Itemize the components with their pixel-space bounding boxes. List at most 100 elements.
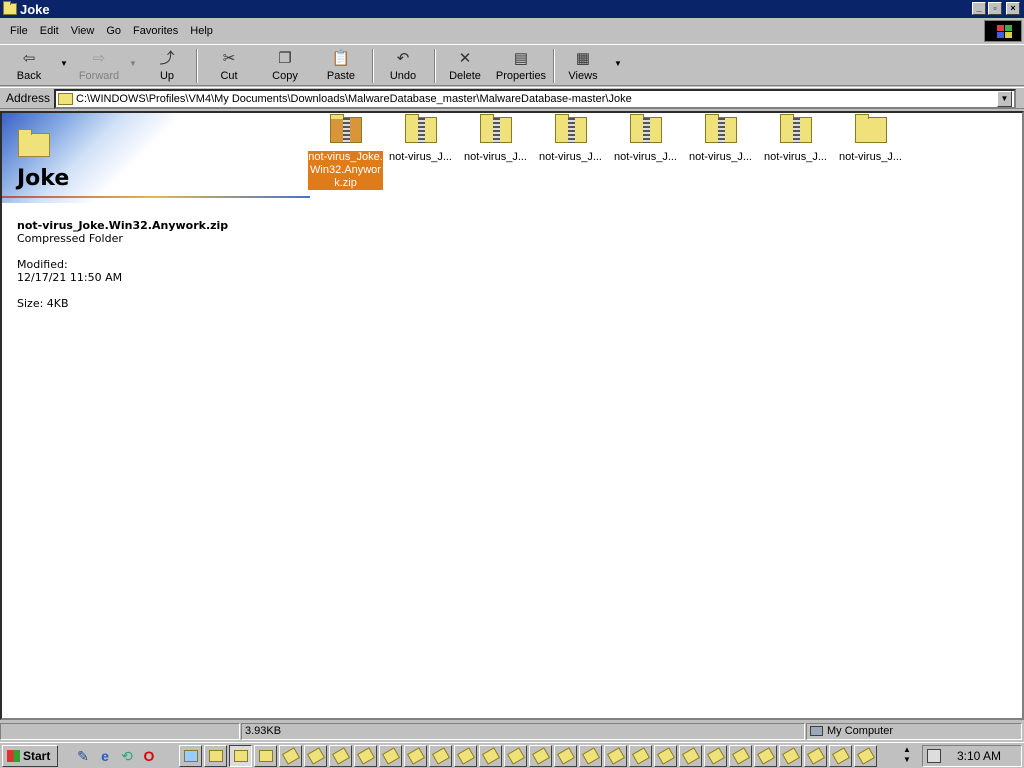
menu-bar: File Edit View Go Favorites Help [0, 20, 1024, 42]
toolbar-separator [196, 49, 198, 83]
folder-view[interactable]: Joke not-virus_Joke.Win32.Anywork.zip Co… [0, 111, 1024, 720]
taskbar-item[interactable] [829, 745, 852, 767]
file-item[interactable]: not-virus_J... [758, 114, 833, 164]
copy-button[interactable]: ❐ Copy [262, 47, 308, 85]
taskbar-item[interactable] [204, 745, 227, 767]
scheduler-icon[interactable] [927, 749, 941, 763]
taskbar-item[interactable] [754, 745, 777, 767]
taskbar-item[interactable] [329, 745, 352, 767]
taskbar: Start ✎ e ⟲ O ▲ ▼ 3:10 AM [0, 742, 1024, 768]
taskbar-item[interactable] [604, 745, 627, 767]
paste-icon: 📋 [331, 50, 351, 67]
taskbar-item[interactable] [479, 745, 502, 767]
taskbar-item[interactable] [529, 745, 552, 767]
menu-help[interactable]: Help [184, 20, 219, 42]
file-item[interactable]: not-virus_J... [533, 114, 608, 164]
windows-flag-icon [7, 750, 20, 762]
taskbar-item[interactable] [804, 745, 827, 767]
file-item[interactable]: not-virus_J... [608, 114, 683, 164]
taskbar-item[interactable] [579, 745, 602, 767]
taskbar-item[interactable] [304, 745, 327, 767]
menu-edit[interactable]: Edit [34, 20, 65, 42]
notepad-icon [606, 747, 626, 765]
taskbar-item[interactable] [279, 745, 302, 767]
forward-dropdown[interactable]: ▼ [129, 59, 137, 68]
cut-button[interactable]: ✂ Cut [206, 47, 252, 85]
minimize-button[interactable]: _ [972, 2, 986, 15]
taskbar-item[interactable] [679, 745, 702, 767]
taskbar-item[interactable] [729, 745, 752, 767]
file-item[interactable]: not-virus_Joke.Win32.Anywork.zip [308, 114, 383, 190]
taskbar-item[interactable] [554, 745, 577, 767]
taskbar-item[interactable] [854, 745, 877, 767]
status-zone: My Computer [806, 723, 1022, 740]
file-item[interactable]: not-virus_J... [683, 114, 758, 164]
taskbar-item[interactable] [429, 745, 452, 767]
menu-view[interactable]: View [65, 20, 101, 42]
taskbar-item[interactable] [654, 745, 677, 767]
file-item[interactable]: not-virus_J... [383, 114, 458, 164]
start-button[interactable]: Start [2, 745, 58, 767]
close-button[interactable]: × [1006, 2, 1020, 15]
taskbar-item[interactable] [179, 745, 202, 767]
back-dropdown[interactable]: ▼ [60, 59, 68, 68]
folder-icon [234, 750, 248, 762]
computer-icon [810, 726, 823, 736]
taskbar-item[interactable] [404, 745, 427, 767]
folder-icon [58, 93, 73, 105]
address-dropdown-button[interactable]: ▼ [997, 91, 1012, 107]
taskbar-item[interactable] [379, 745, 402, 767]
menu-go[interactable]: Go [100, 20, 127, 42]
views-dropdown[interactable]: ▼ [614, 59, 622, 68]
taskbar-item[interactable] [254, 745, 277, 767]
restore-button[interactable]: ▫ [988, 2, 1002, 15]
folder-icon [854, 114, 887, 143]
title-bar[interactable]: Joke _ ▫ × [0, 0, 1024, 18]
taskbar-item[interactable] [354, 745, 377, 767]
opera-icon[interactable]: O [140, 747, 158, 765]
back-button[interactable]: ⇦ Back [6, 47, 52, 85]
internet-explorer-icon[interactable]: e [96, 747, 114, 765]
folder-title: Joke [17, 166, 70, 191]
status-pane-main [0, 723, 240, 740]
taskbar-item[interactable] [704, 745, 727, 767]
menu-favorites[interactable]: Favorites [127, 20, 184, 42]
forward-button[interactable]: ⇨ Forward [74, 47, 124, 85]
taskbar-scroll-button[interactable]: ▲ ▼ [898, 745, 916, 767]
clock[interactable]: 3:10 AM [957, 749, 1001, 763]
notepad-icon [431, 747, 451, 765]
taskbar-item[interactable] [779, 745, 802, 767]
undo-button[interactable]: ↶ Undo [380, 47, 426, 85]
taskbar-item[interactable] [629, 745, 652, 767]
zip-folder-icon [554, 114, 587, 143]
taskbar-item[interactable] [454, 745, 477, 767]
menu-file[interactable]: File [4, 20, 34, 42]
notepad-icon [356, 747, 376, 765]
folder-icon [209, 750, 223, 762]
properties-icon: ▤ [513, 50, 529, 67]
taskbar-item[interactable] [504, 745, 527, 767]
notepad-icon [281, 747, 301, 765]
notepad-icon [381, 747, 401, 765]
notepad-icon [831, 747, 851, 765]
address-label: Address [6, 91, 51, 105]
zip-folder-icon [479, 114, 512, 143]
show-desktop-icon[interactable]: ✎ [74, 747, 92, 765]
delete-button[interactable]: ✕ Delete [442, 47, 488, 85]
views-button[interactable]: ▦ Views [562, 47, 604, 85]
taskbar-item-joke[interactable] [229, 745, 252, 767]
up-button[interactable]: ⤴ Up [146, 47, 188, 85]
properties-button[interactable]: ▤ Properties [494, 47, 548, 85]
folder-up-icon: ⤴ [159, 50, 175, 67]
outlook-express-icon[interactable]: ⟲ [118, 747, 136, 765]
address-input[interactable]: C:\WINDOWS\Profiles\VM4\My Documents\Dow… [54, 89, 1016, 109]
zip-folder-icon [404, 114, 437, 143]
file-item[interactable]: not-virus_J... [458, 114, 533, 164]
paste-button[interactable]: 📋 Paste [318, 47, 364, 85]
file-item[interactable]: not-virus_J... [833, 114, 908, 164]
explorer-window: Joke _ ▫ × File Edit View Go Favorites H… [0, 0, 1024, 742]
file-name: not-virus_Joke.Win32.Anywork.zip [17, 219, 229, 232]
ie-icon [184, 750, 198, 762]
folder-icon [3, 1, 17, 15]
notepad-icon [506, 747, 526, 765]
